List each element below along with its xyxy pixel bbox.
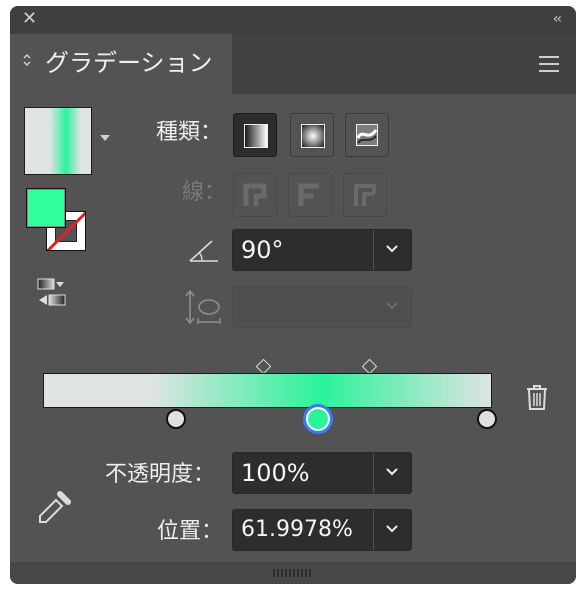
midpoint-diamond[interactable]: [255, 358, 272, 375]
aspect-ratio-icon: [185, 289, 221, 325]
type-label: 種類：: [156, 120, 223, 145]
opacity-field[interactable]: 100%: [232, 452, 412, 494]
angle-field[interactable]: 90°: [232, 229, 412, 271]
window-title-bar: ✕ ‹‹: [10, 6, 576, 34]
stroke-within-button[interactable]: [233, 173, 277, 217]
hamburger-menu-icon[interactable]: [539, 56, 559, 72]
stroke-along-icon: [298, 183, 319, 206]
chevron-down-icon[interactable]: [386, 300, 398, 312]
collapse-icon[interactable]: ‹‹: [553, 12, 562, 26]
eyedropper-icon[interactable]: [38, 488, 74, 524]
chevron-down-icon[interactable]: [386, 523, 398, 535]
fill-swatch[interactable]: [26, 188, 66, 228]
chevron-down-icon[interactable]: [386, 466, 398, 478]
opacity-label: 不透明度：: [105, 462, 216, 487]
tab-gradient[interactable]: グラデーション: [10, 34, 232, 94]
panel-title: グラデーション: [45, 49, 213, 77]
angle-value[interactable]: 90°: [241, 236, 284, 264]
aspect-ratio-field[interactable]: [232, 286, 412, 328]
stroke-label: 線：: [182, 180, 227, 205]
stroke-within-icon: [243, 183, 267, 206]
tab-expand-icon[interactable]: [22, 52, 32, 70]
location-value[interactable]: 61.9978%: [241, 516, 353, 544]
midpoint-diamond[interactable]: [361, 358, 378, 375]
location-field[interactable]: 61.9978%: [232, 509, 412, 551]
reverse-gradient-icon[interactable]: [36, 276, 68, 308]
stroke-along-button[interactable]: [288, 173, 332, 217]
trash-icon[interactable]: [525, 383, 549, 411]
tab-bar: グラデーション: [10, 34, 576, 94]
linear-gradient-icon: [244, 124, 268, 148]
dropdown-arrow-icon[interactable]: [100, 135, 110, 141]
radial-gradient-icon: [301, 124, 325, 148]
color-stop-selected[interactable]: [303, 404, 333, 434]
color-stop[interactable]: [166, 409, 186, 429]
resize-bar: [10, 562, 576, 584]
freeform-gradient-button[interactable]: [345, 113, 389, 157]
resize-grip-icon[interactable]: [273, 569, 313, 577]
stroke-across-button[interactable]: [343, 173, 387, 217]
close-icon[interactable]: ✕: [22, 10, 37, 28]
chevron-down-icon[interactable]: [386, 243, 398, 255]
freeform-gradient-icon: [356, 124, 378, 146]
opacity-value[interactable]: 100%: [241, 459, 310, 487]
gradient-panel: ✕ ‹‹ グラデーション 種類： 線： 90° 不透明度： 100% 位置： 6…: [10, 6, 576, 584]
angle-icon: [189, 240, 218, 262]
gradient-preview-swatch[interactable]: [24, 107, 92, 175]
gradient-slider-bar[interactable]: [43, 373, 492, 408]
location-label: 位置：: [157, 519, 224, 544]
stroke-across-icon: [354, 184, 376, 206]
radial-gradient-button[interactable]: [290, 113, 334, 157]
color-stop[interactable]: [477, 409, 497, 429]
linear-gradient-button[interactable]: [233, 113, 277, 157]
